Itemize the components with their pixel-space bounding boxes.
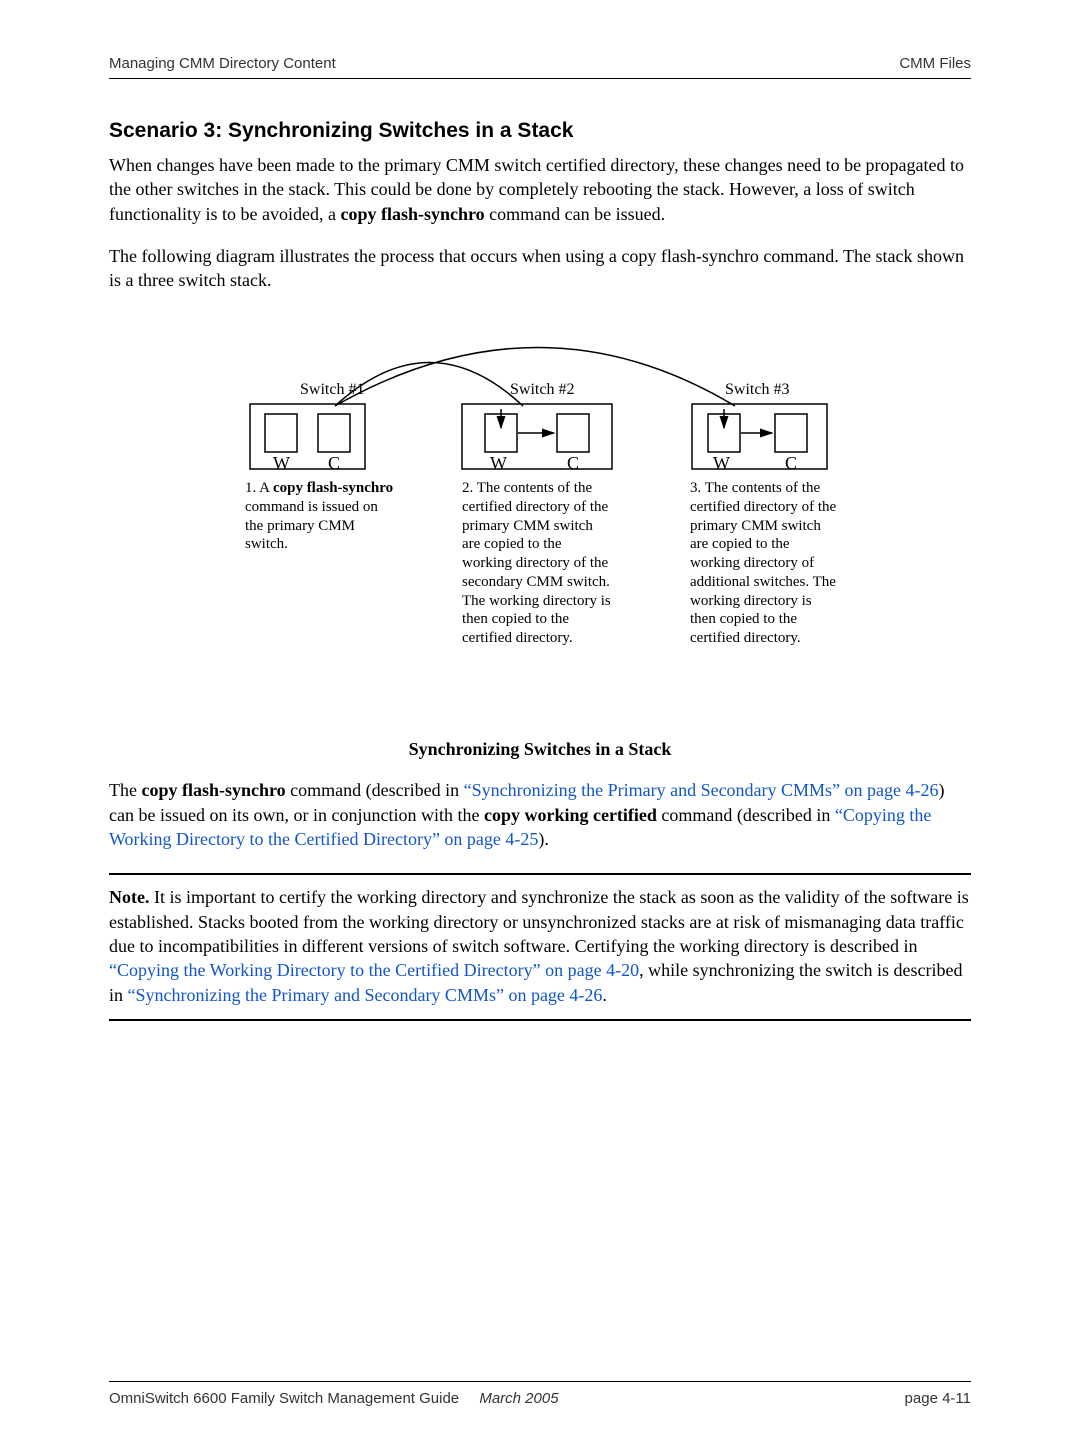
- footer-left: OmniSwitch 6600 Family Switch Management…: [109, 1390, 559, 1407]
- c1-b: command is issued on the primary CMM swi…: [245, 499, 378, 553]
- note-link2[interactable]: “Synchronizing the Primary and Secondary…: [128, 985, 603, 1005]
- p3-d: command (described in: [657, 805, 835, 825]
- p3-link1[interactable]: “Synchronizing the Primary and Secondary…: [464, 780, 939, 800]
- note-c: .: [602, 985, 607, 1005]
- p1-bold: copy flash-synchro: [340, 204, 484, 224]
- footer-guide: OmniSwitch 6600 Family Switch Management…: [109, 1390, 459, 1407]
- header-left: Managing CMM Directory Content: [109, 55, 336, 72]
- switch-3-w: W: [713, 453, 730, 473]
- switch-1-label: Switch #1: [300, 381, 364, 398]
- note-link1[interactable]: “Copying the Working Directory to the Ce…: [109, 960, 639, 980]
- switch-1-c: C: [328, 453, 340, 473]
- switch-3-c: C: [785, 453, 797, 473]
- note-a: It is important to certify the working d…: [109, 887, 969, 956]
- c1-bold: copy flash-synchro: [273, 480, 393, 496]
- c1-a: 1. A: [245, 480, 273, 496]
- document-page: Managing CMM Directory Content CMM Files…: [0, 0, 1080, 1447]
- p3-bold2: copy working certified: [484, 805, 657, 825]
- paragraph-2: The following diagram illustrates the pr…: [109, 244, 971, 293]
- p3-b: command (described in: [286, 780, 464, 800]
- switch-2: Switch #2 W C: [462, 381, 612, 473]
- page-footer: OmniSwitch 6600 Family Switch Management…: [109, 1381, 971, 1407]
- p1-text-b: command can be issued.: [485, 204, 665, 224]
- section-title: Scenario 3: Synchronizing Switches in a …: [109, 119, 971, 143]
- paragraph-1: When changes have been made to the prima…: [109, 153, 971, 226]
- footer-date: March 2005: [479, 1390, 558, 1407]
- diagram: Switch #1 W C Switch #2 W C: [240, 324, 840, 719]
- note-block: Note. It is important to certify the wor…: [109, 873, 971, 1020]
- figure-caption: Synchronizing Switches in a Stack: [109, 739, 971, 760]
- paragraph-3: The copy flash-synchro command (describe…: [109, 778, 971, 851]
- p3-bold1: copy flash-synchro: [141, 780, 285, 800]
- switch-1: Switch #1 W C: [250, 381, 365, 473]
- footer-page: page 4-11: [905, 1390, 971, 1407]
- page-header: Managing CMM Directory Content CMM Files: [109, 55, 971, 79]
- caption-3: 3. The contents of the certified directo…: [690, 479, 840, 648]
- switch-1-w: W: [273, 453, 290, 473]
- diagram-svg: Switch #1 W C Switch #2 W C: [240, 324, 840, 714]
- switch-3-label: Switch #3: [725, 381, 789, 398]
- header-right: CMM Files: [899, 55, 971, 72]
- caption-1: 1. A copy flash-synchro command is issue…: [245, 479, 395, 554]
- note-label: Note.: [109, 887, 149, 907]
- p3-e: ).: [538, 829, 549, 849]
- p3-a: The: [109, 780, 141, 800]
- caption-2: 2. The contents of the certified directo…: [462, 479, 612, 648]
- switch-2-c: C: [567, 453, 579, 473]
- switch-2-label: Switch #2: [510, 381, 574, 398]
- switch-2-w: W: [490, 453, 507, 473]
- switch-3: Switch #3 W C: [692, 381, 827, 473]
